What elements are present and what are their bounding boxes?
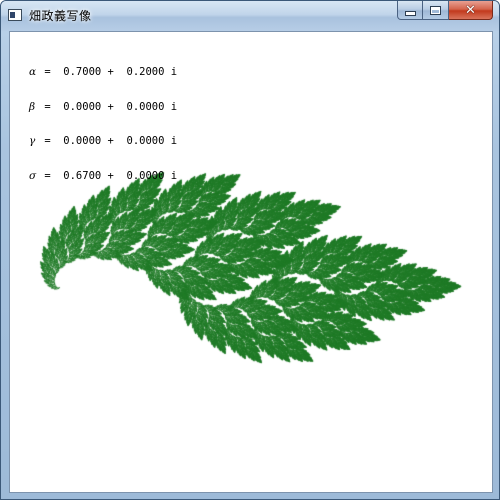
maximize-button[interactable] <box>423 1 449 20</box>
window-title: 畑政義写像 <box>29 9 92 23</box>
param-row-alpha: α = 0.7000 + 0.2000 i <box>29 66 178 79</box>
title-bar[interactable]: 畑政義写像 ✕ <box>1 1 499 31</box>
param-row-sigma: σ = 0.6700 + 0.0000 i <box>29 169 178 183</box>
param-row-beta: β = 0.0000 + 0.0000 i <box>29 100 178 114</box>
param-value: = 0.0000 + 0.0000 i <box>38 135 178 147</box>
param-value: = 0.6700 + 0.0000 i <box>38 169 178 182</box>
minimize-icon <box>404 10 416 16</box>
drawing-canvas-area[interactable]: α = 0.7000 + 0.2000 i β = 0.0000 + 0.000… <box>9 31 493 493</box>
minimize-button[interactable] <box>397 1 423 20</box>
param-symbol: σ <box>29 169 37 182</box>
param-value: = 0.0000 + 0.0000 i <box>38 100 178 113</box>
param-symbol: α <box>29 66 37 78</box>
param-symbol: γ <box>29 135 36 147</box>
maximize-icon <box>430 5 441 15</box>
param-value: = 0.7000 + 0.2000 i <box>38 66 178 78</box>
app-window: 畑政義写像 ✕ α = 0.7000 + 0.2000 i β = 0.0000… <box>0 0 500 500</box>
app-window-icon[interactable] <box>8 9 22 21</box>
close-icon: ✕ <box>465 2 476 18</box>
param-symbol: β <box>29 100 36 113</box>
parameter-readout: α = 0.7000 + 0.2000 i β = 0.0000 + 0.000… <box>29 44 177 205</box>
caption-buttons: ✕ <box>397 1 493 20</box>
close-button[interactable]: ✕ <box>449 1 493 20</box>
param-row-gamma: γ = 0.0000 + 0.0000 i <box>29 135 178 148</box>
